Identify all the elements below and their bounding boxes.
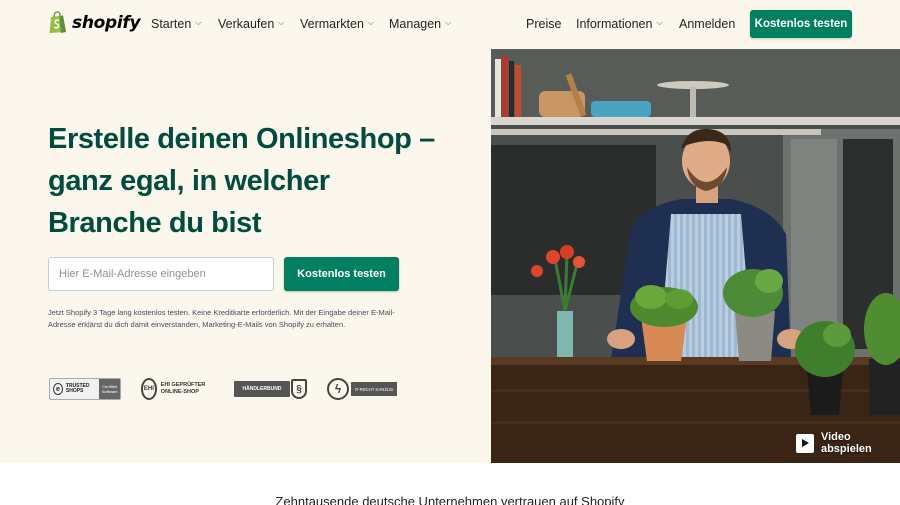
nav-informationen-label: Informationen — [576, 17, 653, 31]
trust-heading: Zehntausende deutsche Unternehmen vertra… — [275, 494, 625, 505]
it-recht-badge: ϟ IT-RECHT KANZLEI — [327, 378, 399, 400]
top-navigation: shopify Starten ⌵ Verkaufen ⌵ Vermarkten… — [0, 0, 900, 49]
nav-preise-label: Preise — [526, 17, 562, 31]
it-recht-label: IT-RECHT KANZLEI — [351, 382, 397, 396]
trusted-shops-badge: e TRUSTED SHOPS Certified Software — [49, 378, 121, 400]
lightning-icon: ϟ — [327, 378, 349, 400]
shop-owner-photo — [491, 49, 900, 463]
chevron-down-icon: ⌵ — [278, 18, 285, 27]
shopify-logo[interactable]: shopify — [48, 11, 141, 34]
ehi-seal-icon: EHI — [141, 378, 157, 400]
trusted-shops-label: TRUSTED SHOPS — [65, 382, 90, 394]
shield-icon: § — [291, 379, 307, 399]
nav-vermarkten[interactable]: Vermarkten ⌵ — [300, 17, 374, 31]
hero-photo — [491, 49, 900, 463]
nav-starten-label: Starten — [151, 17, 192, 31]
ehi-badge: EHI EHI GEPRÜFTER ONLINE-SHOP — [141, 378, 216, 400]
hero-free-trial-button[interactable]: Kostenlos testen — [284, 257, 399, 291]
nav-anmelden[interactable]: Anmelden — [679, 17, 735, 31]
trusted-shops-seal-icon: e — [53, 383, 63, 395]
haendlerbund-badge: HÄNDLERBUND § — [234, 378, 307, 400]
ehi-label: EHI GEPRÜFTER ONLINE-SHOP — [160, 382, 206, 395]
play-video-button[interactable]: Video abspielen — [796, 431, 900, 455]
nav-anmelden-label: Anmelden — [679, 17, 736, 31]
nav-managen-label: Managen — [389, 17, 442, 31]
play-icon — [796, 433, 814, 453]
chevron-down-icon: ⌵ — [445, 18, 452, 27]
nav-free-trial-button[interactable]: Kostenlos testen — [750, 10, 852, 38]
logo-wordmark: shopify — [72, 12, 141, 33]
email-input[interactable] — [48, 257, 274, 291]
nav-verkaufen-label: Verkaufen — [218, 17, 275, 31]
haendlerbund-label: HÄNDLERBUND — [234, 381, 290, 397]
chevron-down-icon: ⌵ — [367, 18, 374, 27]
trusted-shops-certified-label: Certified Software — [99, 379, 120, 399]
play-video-label: Video abspielen — [820, 431, 872, 455]
chevron-down-icon: ⌵ — [656, 18, 663, 27]
hero-section — [0, 49, 491, 463]
nav-informationen[interactable]: Informationen ⌵ — [576, 17, 663, 31]
nav-verkaufen[interactable]: Verkaufen ⌵ — [218, 17, 284, 31]
trial-disclaimer: Jetzt Shopify 3 Tage lang kostenlos test… — [48, 308, 395, 329]
chevron-down-icon: ⌵ — [195, 18, 202, 27]
nav-preise[interactable]: Preise — [526, 17, 561, 31]
hero-headline: Erstelle deinen Onlineshop – ganz egal, … — [48, 123, 435, 239]
nav-vermarkten-label: Vermarkten — [300, 17, 364, 31]
nav-managen[interactable]: Managen ⌵ — [389, 17, 451, 31]
nav-starten[interactable]: Starten ⌵ — [151, 17, 201, 31]
shopping-bag-icon — [49, 11, 66, 33]
